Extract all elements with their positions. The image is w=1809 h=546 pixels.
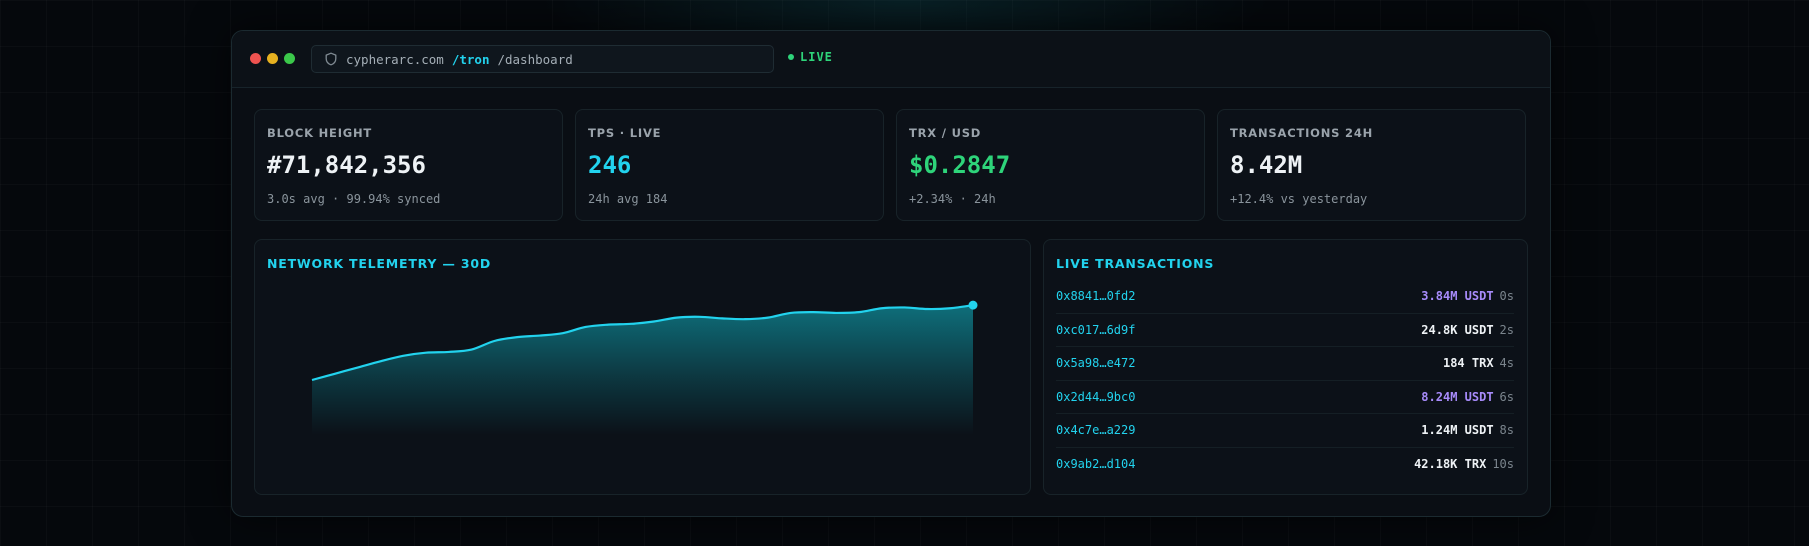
transaction-amount: 42.18K TRX: [1414, 457, 1487, 472]
transaction-hash[interactable]: 0x4c7e…a229: [1056, 423, 1421, 437]
telemetry-endpoint-marker: [968, 300, 978, 310]
shield-icon: [324, 52, 338, 66]
network-telemetry-panel: NETWORK TELEMETRY — 30D: [254, 239, 1031, 495]
stat-subtext: 24h avg 184: [588, 192, 668, 206]
transaction-row[interactable]: 0x5a98…e472 184 TRX 4s: [1056, 347, 1514, 381]
stat-label: BLOCK HEIGHT: [267, 126, 373, 140]
stat-label: TRX / USD: [909, 126, 982, 140]
live-label: LIVE: [800, 50, 833, 64]
transaction-hash[interactable]: 0x5a98…e472: [1056, 356, 1443, 370]
stat-card-tps: TPS · LIVE 246 24h avg 184: [575, 109, 884, 221]
url-path[interactable]: /dashboard: [497, 52, 572, 67]
telemetry-chart: [311, 300, 978, 435]
transaction-amount: 24.8K USDT: [1421, 322, 1494, 337]
stat-label: TPS · LIVE: [588, 126, 662, 140]
transaction-row[interactable]: 0x9ab2…d104 42.18K TRX 10s: [1056, 448, 1514, 482]
stat-card-trx-usd: TRX / USD $0.2847 +2.34% · 24h: [896, 109, 1205, 221]
live-dot-icon: [788, 54, 794, 60]
transaction-age: 8s: [1499, 423, 1514, 438]
transaction-age: 4s: [1499, 356, 1514, 371]
stat-value: 246: [588, 151, 632, 179]
stat-subtext: +12.4% vs yesterday: [1230, 192, 1368, 206]
close-window-button[interactable]: [250, 53, 261, 64]
stat-subtext: +2.34% · 24h: [909, 192, 996, 206]
transaction-amount: 1.24M USDT: [1421, 423, 1494, 438]
transaction-row[interactable]: 0xc017…6d9f 24.8K USDT 2s: [1056, 314, 1514, 347]
stat-value: $0.2847: [909, 151, 1011, 179]
minimize-window-button[interactable]: [267, 53, 278, 64]
address-bar[interactable]: cypherarc.com /tron /dashboard: [311, 45, 774, 73]
transaction-list: 0x8841…0fd2 3.84M USDT 0s 0xc017…6d9f 24…: [1056, 280, 1514, 481]
transaction-hash[interactable]: 0xc017…6d9f: [1056, 323, 1421, 337]
live-transactions-panel: LIVE TRANSACTIONS 0x8841…0fd2 3.84M USDT…: [1043, 239, 1528, 495]
stat-value: #71,842,356: [267, 151, 426, 179]
stat-label: TRANSACTIONS 24H: [1230, 126, 1374, 140]
transaction-age: 10s: [1492, 457, 1514, 472]
transactions-title: LIVE TRANSACTIONS: [1056, 256, 1215, 271]
transaction-hash[interactable]: 0x8841…0fd2: [1056, 289, 1421, 303]
transaction-amount: 8.24M USDT: [1421, 389, 1494, 404]
transaction-row[interactable]: 0x4c7e…a229 1.24M USDT 8s: [1056, 414, 1514, 448]
url-path-active[interactable]: /tron: [452, 52, 490, 67]
transaction-hash[interactable]: 0x2d44…9bc0: [1056, 390, 1421, 404]
url-domain: cypherarc.com: [346, 51, 444, 67]
stat-card-transactions-24h: TRANSACTIONS 24H 8.42M +12.4% vs yesterd…: [1217, 109, 1526, 221]
stat-card-block-height: BLOCK HEIGHT #71,842,356 3.0s avg · 99.9…: [254, 109, 563, 221]
browser-titlebar: cypherarc.com /tron /dashboard LIVE: [232, 31, 1550, 88]
live-status-badge: LIVE: [788, 50, 833, 64]
stat-value: 8.42M: [1230, 151, 1303, 179]
transaction-hash[interactable]: 0x9ab2…d104: [1056, 457, 1414, 471]
dashboard-window: cypherarc.com /tron /dashboard LIVE BLOC…: [231, 30, 1551, 517]
transaction-age: 0s: [1499, 289, 1514, 304]
maximize-window-button[interactable]: [284, 53, 295, 64]
transaction-row[interactable]: 0x8841…0fd2 3.84M USDT 0s: [1056, 280, 1514, 314]
transaction-age: 2s: [1499, 322, 1514, 337]
transaction-row[interactable]: 0x2d44…9bc0 8.24M USDT 6s: [1056, 381, 1514, 414]
telemetry-area-fill: [312, 305, 973, 435]
transaction-amount: 184 TRX: [1442, 356, 1494, 371]
transaction-age: 6s: [1499, 389, 1514, 404]
transaction-amount: 3.84M USDT: [1421, 289, 1494, 304]
stat-subtext: 3.0s avg · 99.94% synced: [267, 192, 441, 206]
